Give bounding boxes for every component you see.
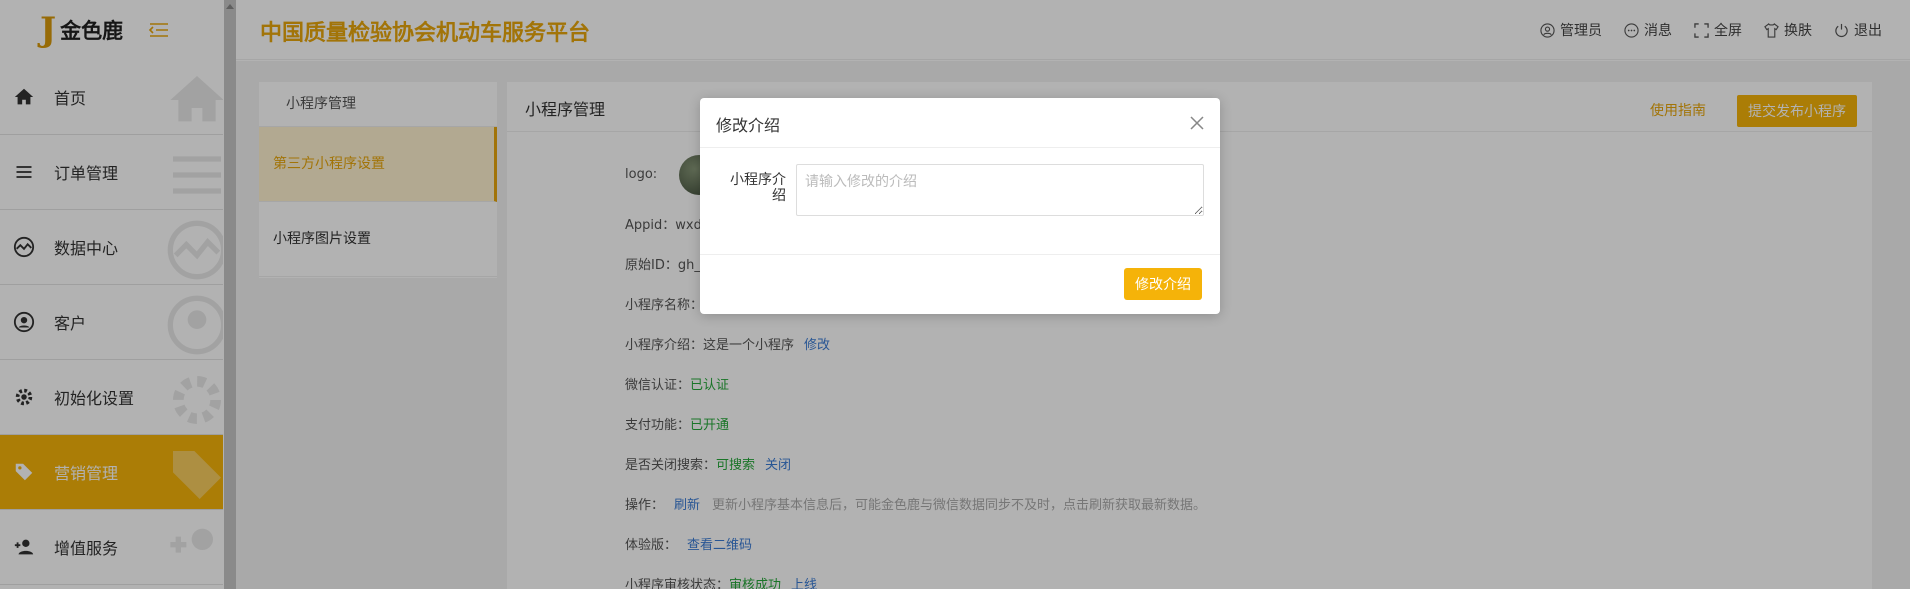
close-icon[interactable] [1188, 114, 1206, 132]
dialog-body: 小程序介绍 [700, 148, 1220, 255]
confirm-edit-button[interactable]: 修改介绍 [1124, 268, 1202, 300]
intro-field-label: 小程序介绍 [730, 172, 786, 204]
intro-input[interactable] [796, 164, 1204, 216]
dialog-title: 修改介绍 [716, 116, 781, 135]
dialog-header: 修改介绍 [700, 98, 1220, 148]
edit-intro-dialog: 修改介绍 小程序介绍 修改介绍 [700, 98, 1220, 314]
dialog-footer: 修改介绍 [700, 255, 1220, 314]
